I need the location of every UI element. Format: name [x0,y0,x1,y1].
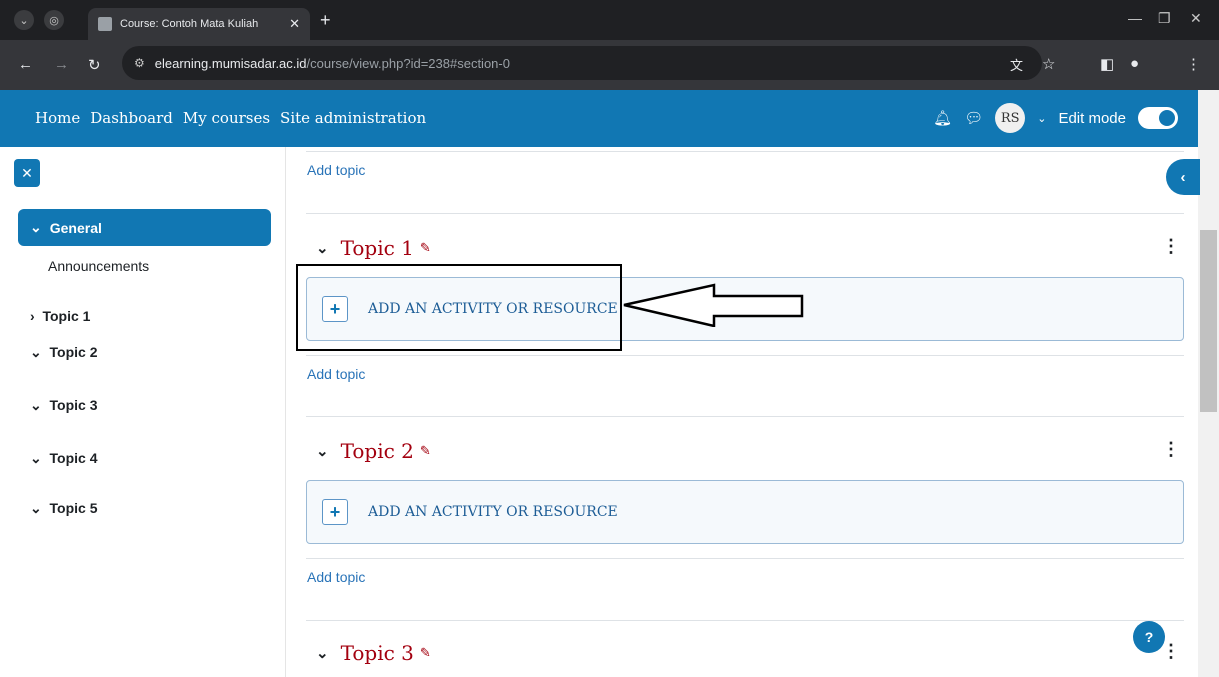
collapse-chevron-icon[interactable]: ⌄ [316,644,329,662]
url-path: /course/view.php?id=238#section-0 [306,55,510,71]
reload-icon[interactable]: ↻ [88,56,101,74]
edit-pencil-icon[interactable]: ✎ [420,645,431,661]
side-panel-icon[interactable]: ◧ [1100,55,1114,73]
user-menu-chevron-icon[interactable]: ⌄ [1037,112,1046,125]
course-index-topic-label: Topic 1 [42,308,91,324]
edit-pencil-icon[interactable]: ✎ [420,240,431,256]
user-avatar[interactable]: RS [995,103,1026,133]
chevron-down-icon: ⌄ [30,344,42,360]
chevron-down-icon: ⌄ [30,500,42,516]
add-activity-label: ADD AN ACTIVITY OR RESOURCE [368,504,618,520]
course-index-topic-1[interactable]: › Topic 1 [30,308,90,324]
help-button[interactable]: ? [1133,621,1165,653]
section-divider [306,355,1184,356]
back-icon[interactable]: ← [18,56,33,73]
moodle-favicon-icon [98,17,112,31]
address-bar-row: ← → ↻ ⚙ elearning.mumisadar.ac.id /cours… [0,40,1219,90]
section-divider [306,620,1184,621]
collapse-chevron-icon[interactable]: ⌄ [316,239,329,257]
course-index-topic-label: Topic 2 [49,344,98,360]
course-index-general-label: General [49,219,102,236]
tab-search-icon[interactable]: ⌄ [14,10,34,30]
annotation-highlight-box [296,264,622,351]
course-index-topic-label: Topic 5 [49,500,98,516]
chevron-right-icon: › [30,308,35,324]
plus-icon: + [322,499,348,525]
add-activity-button[interactable]: + ADD AN ACTIVITY OR RESOURCE [306,480,1184,544]
section-menu-icon[interactable]: ⋮ [1162,641,1180,662]
chevron-down-icon: ⌄ [30,219,42,235]
bookmark-star-icon[interactable]: ☆ [1042,55,1055,73]
add-topic-link[interactable]: Add topic [307,162,365,178]
chevron-left-icon: ‹ [1180,168,1186,186]
chevron-down-icon: ⌄ [30,397,42,413]
browser-tab[interactable]: Course: Contoh Mata Kuliah ✕ [88,8,310,40]
close-window-icon[interactable]: ✕ [1190,10,1202,27]
messages-icon[interactable]: 💬︎ [964,109,983,127]
profile-avatar-icon[interactable]: ● [1130,55,1139,72]
site-navbar: Home Dashboard My courses Site administr… [0,90,1198,147]
course-index-topic-label: Topic 4 [49,450,98,466]
open-block-drawer-button[interactable]: ‹ [1166,159,1200,195]
tab-title: Course: Contoh Mata Kuliah [120,18,259,30]
course-index-topic-label: Topic 3 [49,397,98,413]
tab-close-icon[interactable]: ✕ [289,16,300,32]
nav-home[interactable]: Home [35,109,80,127]
course-index-announcements[interactable]: Announcements [48,258,149,274]
edit-mode-toggle[interactable] [1138,107,1178,129]
edit-pencil-icon[interactable]: ✎ [420,443,431,459]
section-divider [306,558,1184,559]
restore-icon[interactable]: ❐ [1158,10,1171,27]
translate-icon[interactable]: 文 [1010,55,1023,74]
browser-menu-icon[interactable]: ⋮ [1186,55,1201,73]
section-header-topic-2: ⌄ Topic 2 ✎ [316,439,431,463]
nav-site-administration[interactable]: Site administration [280,109,426,127]
section-title[interactable]: Topic 2 [341,439,414,463]
section-divider [306,213,1184,214]
nav-my-courses[interactable]: My courses [183,109,270,127]
edit-mode-label: Edit mode [1058,109,1126,127]
browser-profile-icon[interactable]: ◎ [44,10,64,30]
add-topic-link[interactable]: Add topic [307,569,365,585]
add-topic-link[interactable]: Add topic [307,366,365,382]
section-divider [306,416,1184,417]
course-index-topic-5[interactable]: ⌄ Topic 5 [30,500,97,517]
section-menu-icon[interactable]: ⋮ [1162,439,1180,460]
primary-navigation: Home Dashboard My courses Site administr… [35,109,426,127]
course-index-topic-2[interactable]: ⌄ Topic 2 [30,344,97,361]
forward-icon[interactable]: → [54,56,69,73]
chevron-down-icon: ⌄ [30,450,42,466]
url-input[interactable]: ⚙ elearning.mumisadar.ac.id /course/view… [122,46,1042,80]
course-index-topic-4[interactable]: ⌄ Topic 4 [30,450,97,467]
navbar-right: 🔔︎ 💬︎ RS ⌄ Edit mode [933,103,1178,133]
course-index-topic-3[interactable]: ⌄ Topic 3 [30,397,97,414]
url-host: elearning.mumisadar.ac.id [154,55,307,71]
section-menu-icon[interactable]: ⋮ [1162,236,1180,257]
new-tab-button[interactable]: + [320,10,331,31]
site-info-icon[interactable]: ⚙ [134,56,145,70]
section-title[interactable]: Topic 1 [341,236,414,260]
close-course-index-button[interactable]: ✕ [14,159,40,187]
collapse-chevron-icon[interactable]: ⌄ [316,442,329,460]
sidebar-divider [285,147,286,677]
minimize-icon[interactable]: — [1128,10,1142,26]
section-divider [306,151,1184,152]
section-header-topic-1: ⌄ Topic 1 ✎ [316,236,431,260]
page-scrollbar-thumb[interactable] [1200,230,1217,412]
section-title[interactable]: Topic 3 [341,641,414,665]
question-mark-icon: ? [1144,629,1154,645]
course-index-general[interactable]: ⌄ General [18,209,271,246]
section-header-topic-3: ⌄ Topic 3 ✎ [316,641,431,665]
nav-dashboard[interactable]: Dashboard [90,109,173,127]
annotation-arrow-icon [623,283,804,327]
notification-bell-icon[interactable]: 🔔︎ [933,109,952,127]
